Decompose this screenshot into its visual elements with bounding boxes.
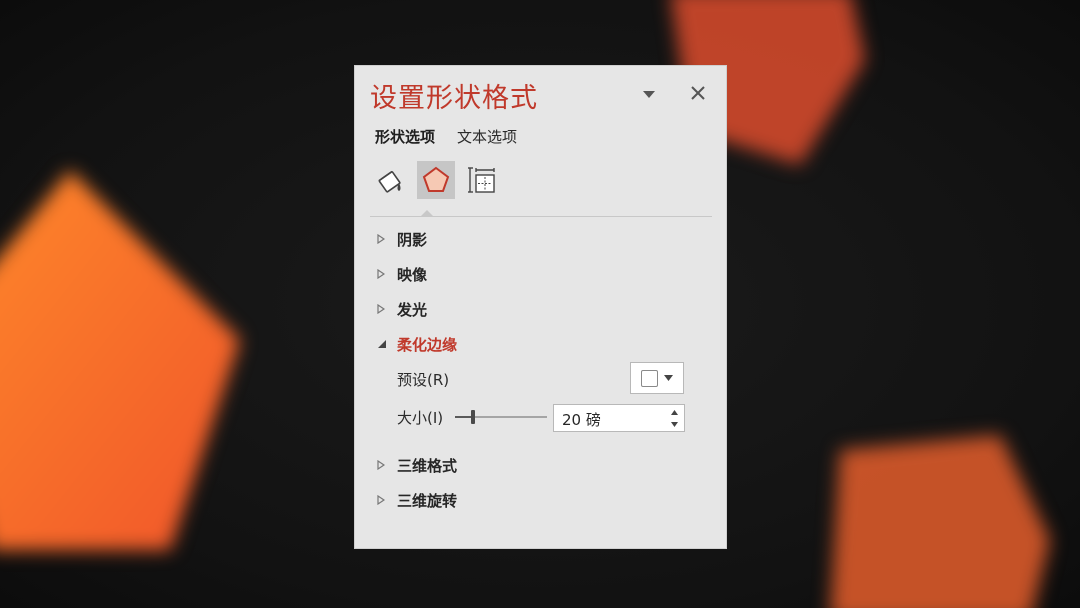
background-blob-bottom-right [810, 420, 1070, 608]
size-label: 大小(I) [397, 409, 444, 427]
fill-bucket-icon [378, 170, 401, 193]
pane-options-dropdown[interactable] [637, 84, 661, 104]
section-reflection[interactable]: 映像 [377, 261, 427, 287]
expand-caret-icon [377, 269, 397, 279]
collapse-caret-icon [377, 339, 397, 349]
section-label: 三维格式 [397, 456, 458, 475]
effects-category[interactable] [417, 161, 455, 199]
expand-caret-icon [377, 460, 397, 470]
section-label: 三维旋转 [397, 491, 458, 510]
spin-up-button[interactable] [667, 406, 681, 418]
options-tabs: 形状选项 文本选项 [375, 126, 517, 147]
preset-label: 预设(R) [397, 371, 450, 389]
preset-dropdown[interactable] [630, 362, 684, 394]
size-slider[interactable] [455, 407, 547, 427]
preset-swatch-icon [641, 369, 658, 387]
chevron-down-icon [643, 90, 655, 98]
section-soft-edges[interactable]: 柔化边缘 [377, 331, 457, 357]
arrow-up-icon [670, 409, 678, 415]
expand-caret-icon [377, 234, 397, 244]
category-divider [370, 216, 712, 217]
pane-close-button[interactable] [685, 80, 711, 106]
arrow-down-icon [670, 421, 678, 427]
section-3d-rotation[interactable]: 三维旋转 [377, 487, 457, 513]
spin-down-button[interactable] [667, 418, 681, 430]
size-properties-category[interactable] [463, 161, 501, 199]
pentagon-effects-icon [422, 166, 450, 192]
expand-caret-icon [377, 304, 397, 314]
chevron-down-icon [664, 375, 673, 381]
fill-line-category[interactable] [371, 161, 409, 199]
tab-text-options[interactable]: 文本选项 [457, 126, 517, 147]
category-icons [371, 161, 501, 199]
section-label: 柔化边缘 [397, 335, 458, 354]
section-label: 映像 [397, 265, 428, 284]
section-glow[interactable]: 发光 [377, 296, 427, 322]
size-properties-icon [468, 167, 495, 193]
size-value[interactable]: 20 磅 [562, 409, 601, 430]
close-icon [691, 86, 705, 100]
desktop-background: 设置形状格式 形状选项 文本选项 阴影 映像 发光 柔化边缘 预设(R) 大小(… [0, 0, 1080, 608]
pane-title: 设置形状格式 [370, 83, 538, 114]
background-blob-left [0, 150, 270, 570]
section-shadow[interactable]: 阴影 [377, 226, 427, 252]
section-label: 阴影 [397, 230, 428, 249]
section-label: 发光 [397, 300, 428, 319]
tab-shape-options[interactable]: 形状选项 [375, 126, 435, 147]
format-shape-pane: 设置形状格式 形状选项 文本选项 阴影 映像 发光 柔化边缘 预设(R) 大小(… [355, 66, 726, 548]
slider-thumb[interactable] [471, 410, 476, 424]
section-3d-format[interactable]: 三维格式 [377, 452, 457, 478]
expand-caret-icon [377, 495, 397, 505]
size-spin-box[interactable]: 20 磅 [553, 404, 685, 432]
